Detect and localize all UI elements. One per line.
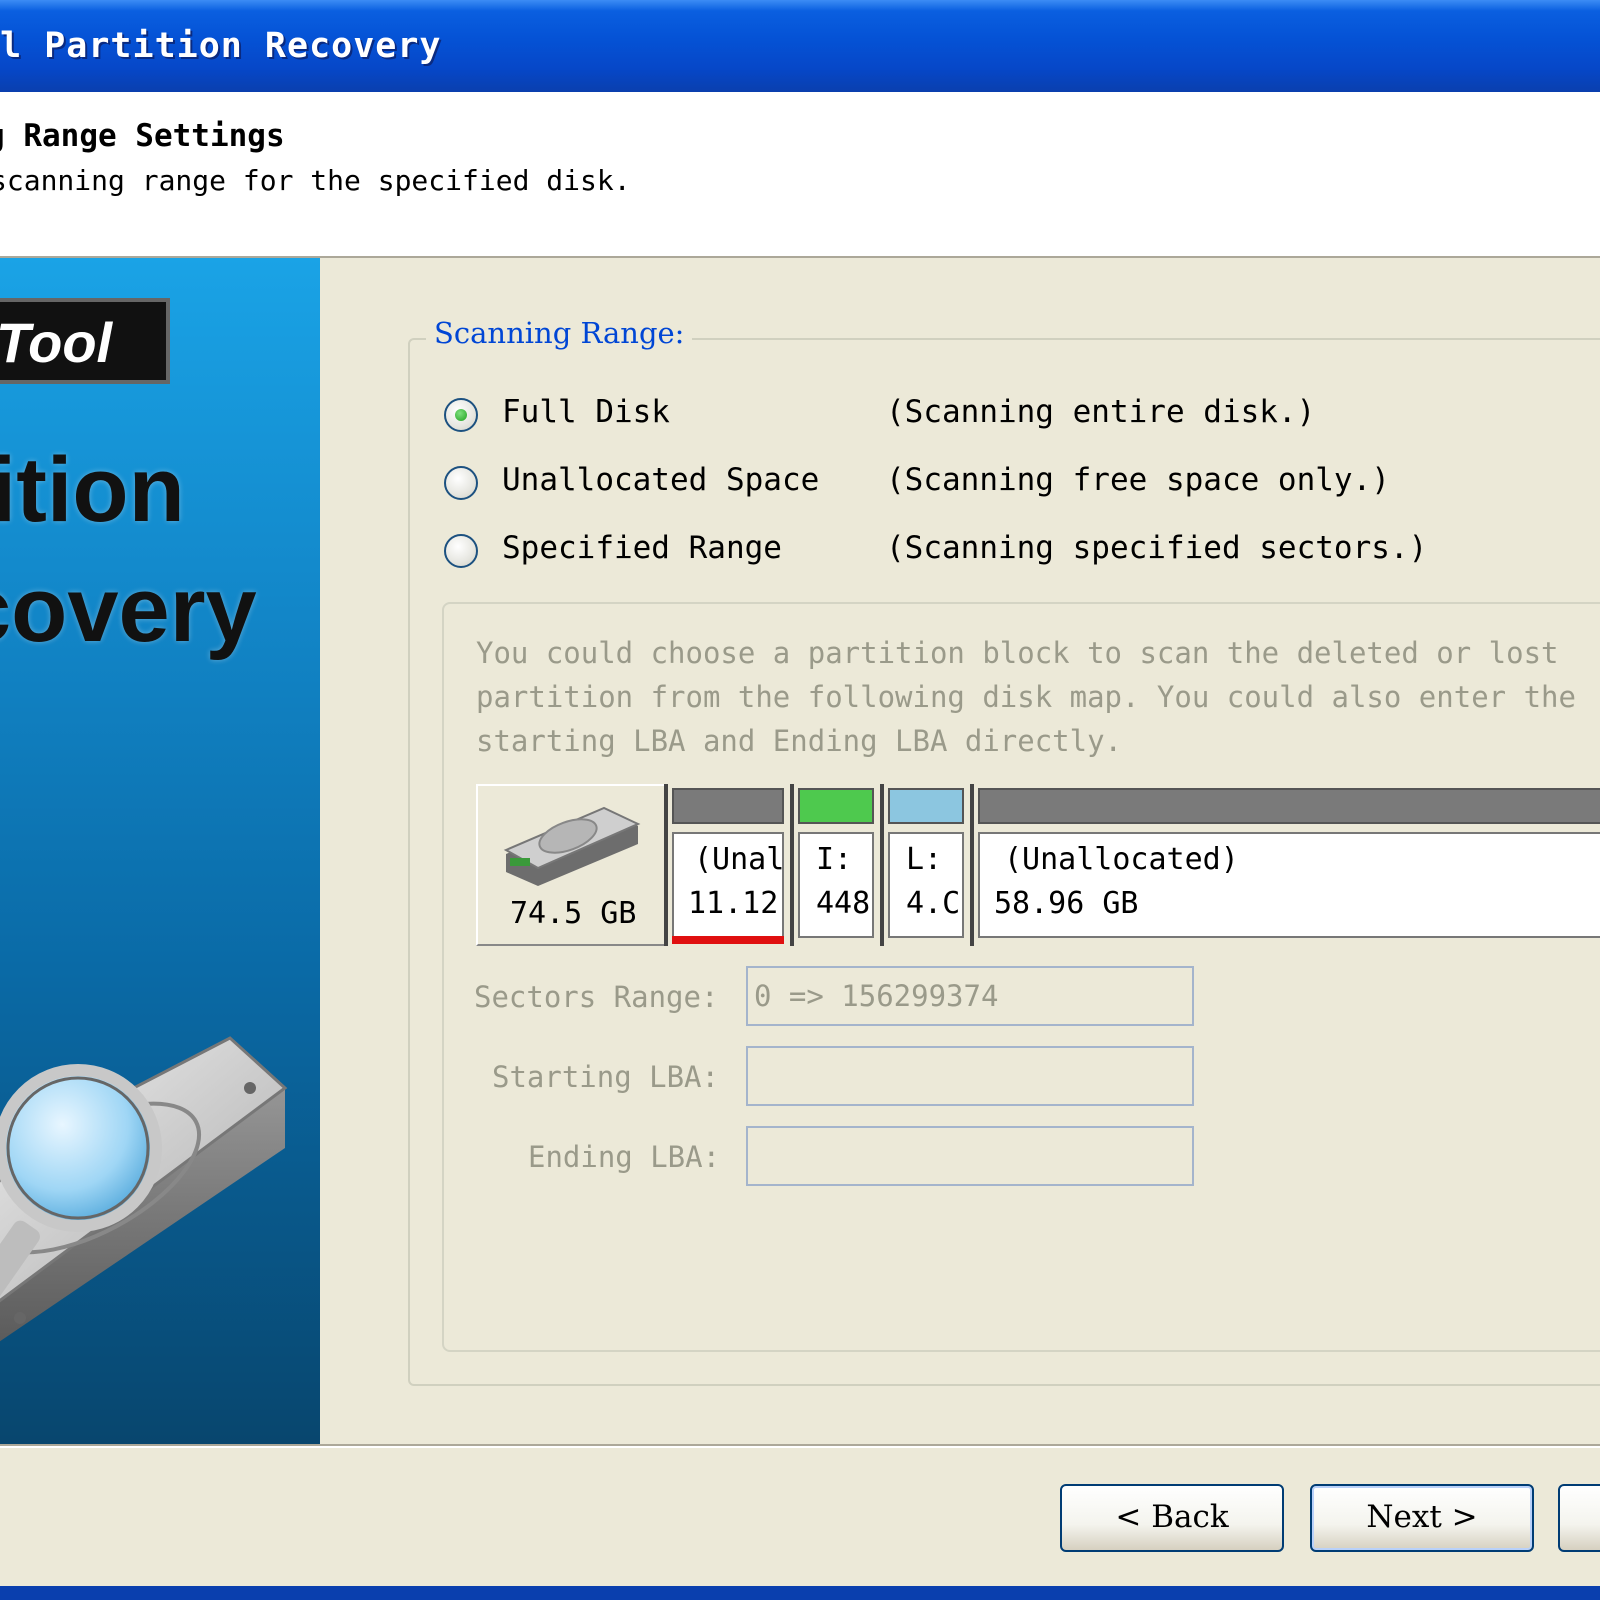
partition-info: L: ( 4.C bbox=[888, 832, 964, 938]
radio-label[interactable]: Unallocated Space bbox=[502, 462, 819, 498]
partition-size: 448 bbox=[816, 886, 871, 921]
partition-name: (Unallocated) bbox=[1004, 842, 1239, 877]
disk-size-label: 74.5 GB bbox=[510, 896, 637, 931]
window-bottom-border bbox=[0, 1586, 1600, 1600]
radio-description: (Scanning entire disk.) bbox=[886, 394, 1316, 430]
cancel-button[interactable] bbox=[1558, 1484, 1600, 1552]
partition-info: I: ( 448 bbox=[798, 832, 874, 938]
starting-lba-label: Starting LBA: bbox=[492, 1060, 719, 1094]
partition-size: 58.96 GB bbox=[994, 886, 1139, 921]
brand-logo: Tool bbox=[0, 298, 170, 384]
starting-lba-field[interactable] bbox=[746, 1046, 1194, 1106]
disk-block[interactable]: 74.5 GB bbox=[476, 784, 666, 946]
partition-block-i[interactable]: I: ( 448 bbox=[790, 784, 880, 946]
logo-text: Tool bbox=[0, 311, 113, 374]
page-title: g Range Settings bbox=[0, 118, 285, 154]
partition-color-bar bbox=[978, 788, 1600, 824]
scanning-range-label: Scanning Range: bbox=[426, 316, 693, 350]
partition-block-unallocated-2[interactable]: (Unallocated) 58.96 GB bbox=[970, 784, 1600, 946]
partition-color-bar bbox=[888, 788, 964, 824]
radio-button[interactable] bbox=[444, 398, 478, 432]
partition-size: 11.12 bbox=[688, 886, 779, 921]
title-bar[interactable]: ol Partition Recovery bbox=[0, 0, 1600, 92]
partition-block-unallocated-1[interactable]: (Unal 11.12 bbox=[664, 784, 790, 946]
window-title: ol Partition Recovery bbox=[0, 26, 442, 66]
banner-word-partition: tition bbox=[0, 439, 185, 541]
partition-color-bar bbox=[798, 788, 874, 824]
next-button[interactable]: Next > bbox=[1310, 1484, 1534, 1552]
hard-drive-icon bbox=[503, 806, 641, 886]
side-banner: Tool tition covery bbox=[0, 258, 320, 1444]
radio-description: (Scanning free space only.) bbox=[886, 462, 1390, 498]
radio-label[interactable]: Specified Range bbox=[502, 530, 782, 566]
radio-button[interactable] bbox=[444, 534, 478, 568]
partition-info: (Unallocated) 58.96 GB bbox=[978, 832, 1600, 938]
partition-name: (Unal bbox=[694, 842, 784, 877]
page-subtitle: scanning range for the specified disk. bbox=[0, 164, 631, 197]
footer-separator bbox=[0, 1444, 1600, 1448]
partition-block-l[interactable]: L: ( 4.C bbox=[880, 784, 970, 946]
wizard-header: g Range Settings scanning range for the … bbox=[0, 92, 1600, 258]
hint-text-line: starting LBA and Ending LBA directly. bbox=[476, 724, 1123, 758]
partition-color-bar bbox=[672, 788, 784, 824]
radio-button[interactable] bbox=[444, 466, 478, 500]
sectors-range-label: Sectors Range: bbox=[474, 980, 719, 1014]
hint-text-line: You could choose a partition block to sc… bbox=[476, 636, 1559, 670]
partition-selection-bar bbox=[672, 936, 784, 944]
partition-name: I: ( bbox=[816, 842, 872, 877]
disk-map: 74.5 GB (Unal 11.12 I: ( 448 L: ( 4.C (U… bbox=[476, 784, 1600, 948]
ending-lba-field[interactable] bbox=[746, 1126, 1194, 1186]
partition-size: 4.C bbox=[906, 886, 961, 921]
radio-label[interactable]: Full Disk bbox=[502, 394, 670, 430]
back-button[interactable]: < Back bbox=[1060, 1484, 1284, 1552]
sectors-range-field[interactable] bbox=[746, 966, 1194, 1026]
partition-name: L: ( bbox=[906, 842, 962, 877]
hard-disk-magnifier-icon bbox=[0, 1036, 288, 1342]
radio-selected-dot bbox=[455, 409, 467, 421]
banner-word-recovery: covery bbox=[0, 559, 257, 661]
hint-text-line: partition from the following disk map. Y… bbox=[476, 680, 1576, 714]
ending-lba-label: Ending LBA: bbox=[528, 1140, 721, 1174]
partition-info: (Unal 11.12 bbox=[672, 832, 784, 938]
radio-description: (Scanning specified sectors.) bbox=[886, 530, 1428, 566]
